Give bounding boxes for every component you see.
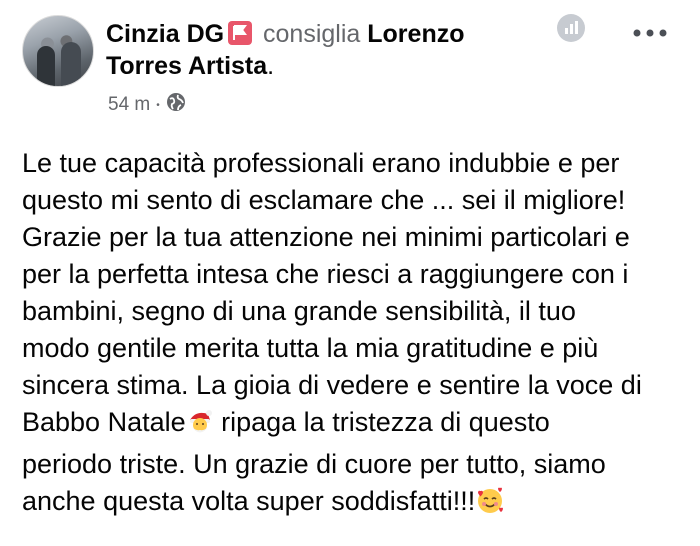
post-meta: 54 m •: [108, 92, 186, 118]
avatar-figure: [37, 46, 55, 86]
meta-separator: •: [156, 99, 160, 111]
post-text-line: modo gentile merita tutta la mia gratitu…: [22, 333, 599, 363]
post-text-line: Babbo Natale ripaga la tristezza di ques…: [22, 404, 692, 446]
post-text-segment: anche questa volta super soddisfatti!!!: [22, 486, 476, 516]
post-text-line: Le tue capacità professionali erano indu…: [22, 148, 620, 178]
post-text-line: periodo triste. Un grazie di cuore per t…: [22, 449, 606, 479]
post-time[interactable]: 54 m: [108, 94, 150, 116]
post-text-line: per la perfetta intesa che riesci a ragg…: [22, 259, 629, 289]
post-text-line: bambini, segno di una grande sensibilità…: [22, 296, 576, 326]
globe-icon[interactable]: [166, 92, 186, 118]
author-avatar[interactable]: [22, 15, 94, 87]
post-text-segment: Babbo Natale: [22, 407, 186, 437]
author-name[interactable]: Cinzia DG: [106, 20, 224, 48]
bar-chart-icon[interactable]: [557, 14, 585, 42]
recommend-verb: consiglia: [263, 20, 361, 48]
recommend-flag-icon: [228, 21, 253, 45]
post-header: Cinzia DG consiglia Lorenzo Torres Artis…: [106, 20, 465, 80]
post-text-line: questo mi sento di esclamare che ... sei…: [22, 185, 626, 215]
post-text-line: sincera stima. La gioia di vedere e sent…: [22, 370, 642, 400]
post-text-line: anche questa volta super soddisfatti!!!: [22, 483, 692, 525]
post-text: Le tue capacità professionali erano indu…: [22, 145, 692, 525]
post-text-segment: ripaga la tristezza di questo: [213, 407, 550, 437]
post-text-line: Grazie per la tua attenzione nei minimi …: [22, 222, 630, 252]
smiling-face-with-hearts-emoji-icon: [475, 485, 505, 525]
avatar-figure: [61, 42, 81, 86]
more-options-icon[interactable]: [632, 25, 668, 37]
santa-emoji-icon: [186, 408, 214, 446]
